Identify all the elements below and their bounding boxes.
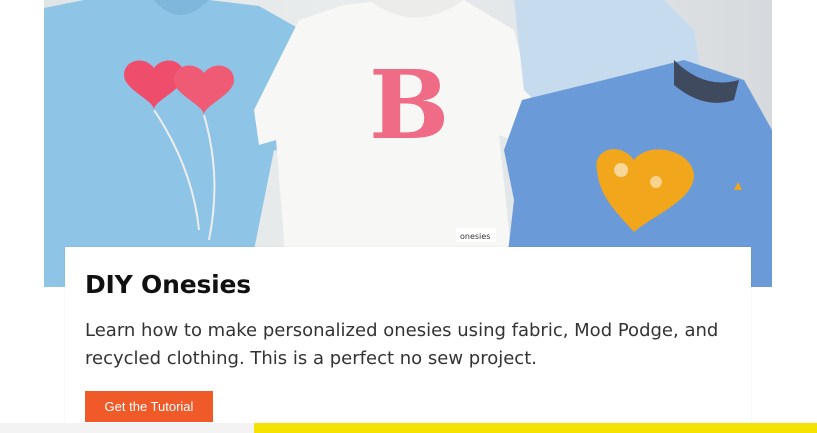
card-description: Learn how to make personalized onesies u…: [85, 320, 719, 369]
tutorial-card: DIY Onesies Learn how to make personaliz…: [65, 247, 751, 433]
get-tutorial-button[interactable]: Get the Tutorial: [85, 391, 213, 422]
hero-image: B onesies: [44, 0, 772, 287]
card-title: DIY Onesies: [85, 270, 251, 299]
yellow-accent-bar: [254, 423, 817, 433]
onesies-photo: B onesies: [44, 0, 772, 287]
letter-b-applique: B: [369, 50, 449, 161]
page: B onesies DIY Onesies Learn how to make …: [0, 0, 817, 433]
svg-text:onesies: onesies: [460, 232, 490, 241]
